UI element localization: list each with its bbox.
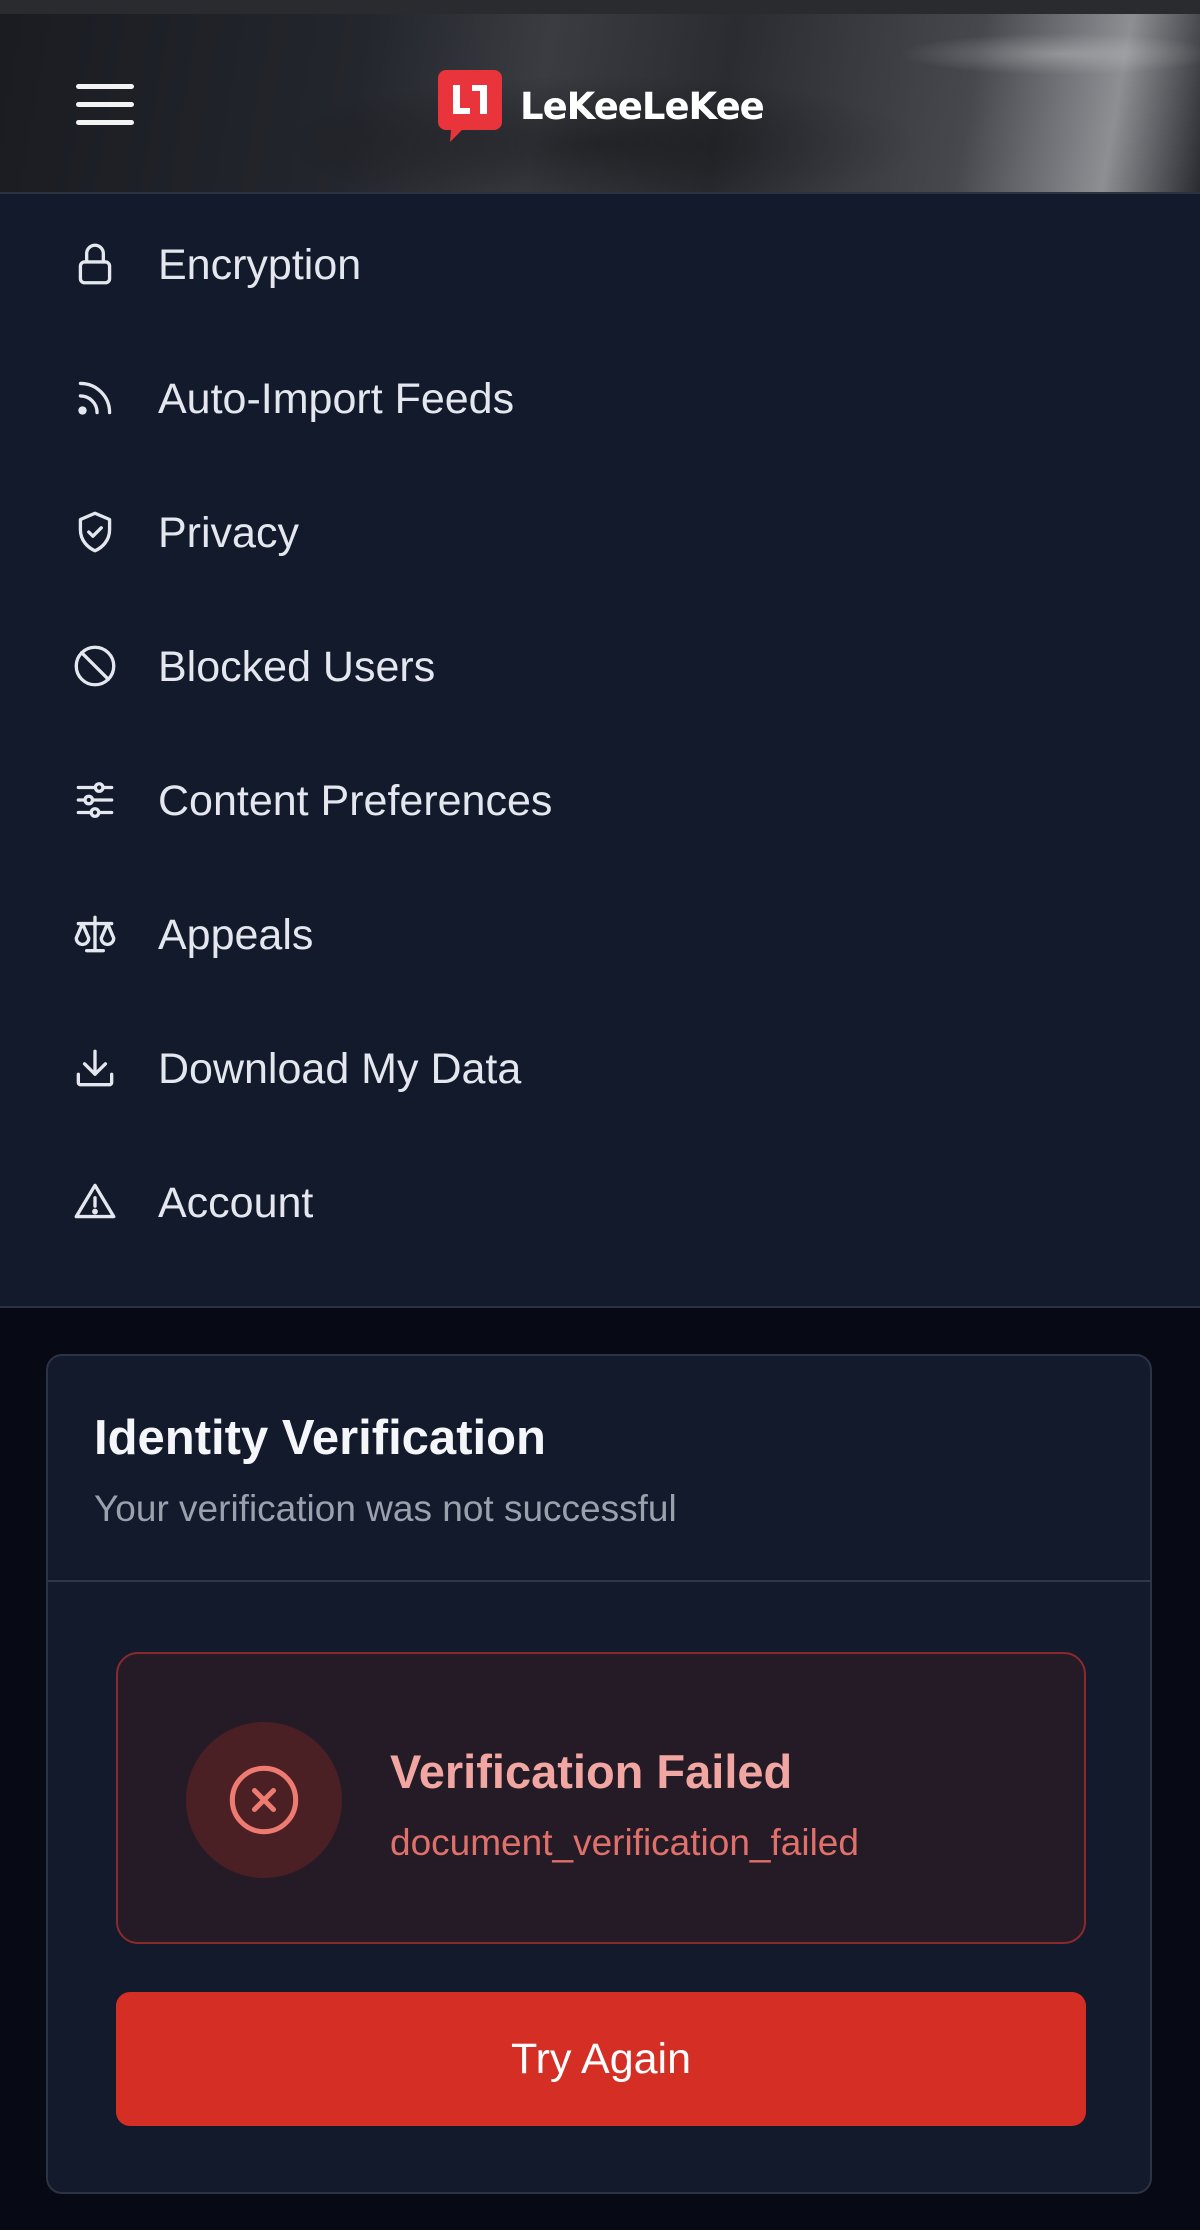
menu-item-label: Blocked Users (158, 643, 436, 691)
menu-divider (0, 1306, 1200, 1308)
alert-icon-badge (186, 1722, 342, 1878)
menu-item-privacy[interactable]: Privacy (0, 462, 1200, 596)
ban-icon (70, 641, 120, 691)
app-header: LeKeeLeKee (0, 14, 1200, 192)
brand-logo[interactable]: LeKeeLeKee (436, 66, 765, 146)
menu-item-label: Privacy (158, 509, 299, 557)
menu-item-encryption[interactable]: Encryption (0, 194, 1200, 328)
hamburger-line (76, 84, 134, 89)
menu-item-appeals[interactable]: Appeals (0, 864, 1200, 998)
alert-title: Verification Failed (390, 1745, 793, 1798)
lock-icon (70, 239, 120, 289)
hamburger-line (76, 120, 134, 125)
x-circle-icon (229, 1765, 299, 1835)
alert-error-code: document_verification_failed (390, 1822, 859, 1863)
warning-icon (70, 1177, 120, 1227)
brand-name: LeKeeLeKee (520, 84, 765, 128)
menu-item-label: Download My Data (158, 1045, 522, 1093)
verification-failed-alert: Verification Failed document_verificatio… (116, 1652, 1086, 1944)
settings-menu: Encryption Auto-Import Feeds Privacy Blo… (0, 194, 1200, 1306)
logo-mark-icon (438, 70, 502, 142)
menu-item-label: Appeals (158, 911, 314, 959)
sliders-icon (70, 775, 120, 825)
menu-item-content-preferences[interactable]: Content Preferences (0, 730, 1200, 864)
try-again-button[interactable]: Try Again (116, 1992, 1086, 2126)
card-divider (48, 1580, 1150, 1582)
menu-item-label: Content Preferences (158, 777, 553, 825)
hamburger-line (76, 102, 134, 107)
card-title: Identity Verification (94, 1411, 546, 1465)
rss-icon (70, 373, 120, 423)
download-icon (70, 1043, 120, 1093)
menu-item-blocked-users[interactable]: Blocked Users (0, 596, 1200, 730)
menu-item-account[interactable]: Account (0, 1132, 1200, 1266)
shield-check-icon (70, 507, 120, 557)
hamburger-menu-button[interactable] (76, 82, 136, 130)
menu-item-label: Encryption (158, 241, 362, 289)
menu-item-auto-import-feeds[interactable]: Auto-Import Feeds (0, 328, 1200, 462)
status-strip (0, 0, 1200, 14)
scale-icon (70, 909, 120, 959)
identity-verification-card: Identity Verification Your verification … (46, 1354, 1152, 2194)
menu-item-label: Auto-Import Feeds (158, 375, 515, 423)
menu-item-download-my-data[interactable]: Download My Data (0, 998, 1200, 1132)
card-subtitle: Your verification was not successful (94, 1488, 677, 1529)
menu-item-label: Account (158, 1179, 314, 1227)
